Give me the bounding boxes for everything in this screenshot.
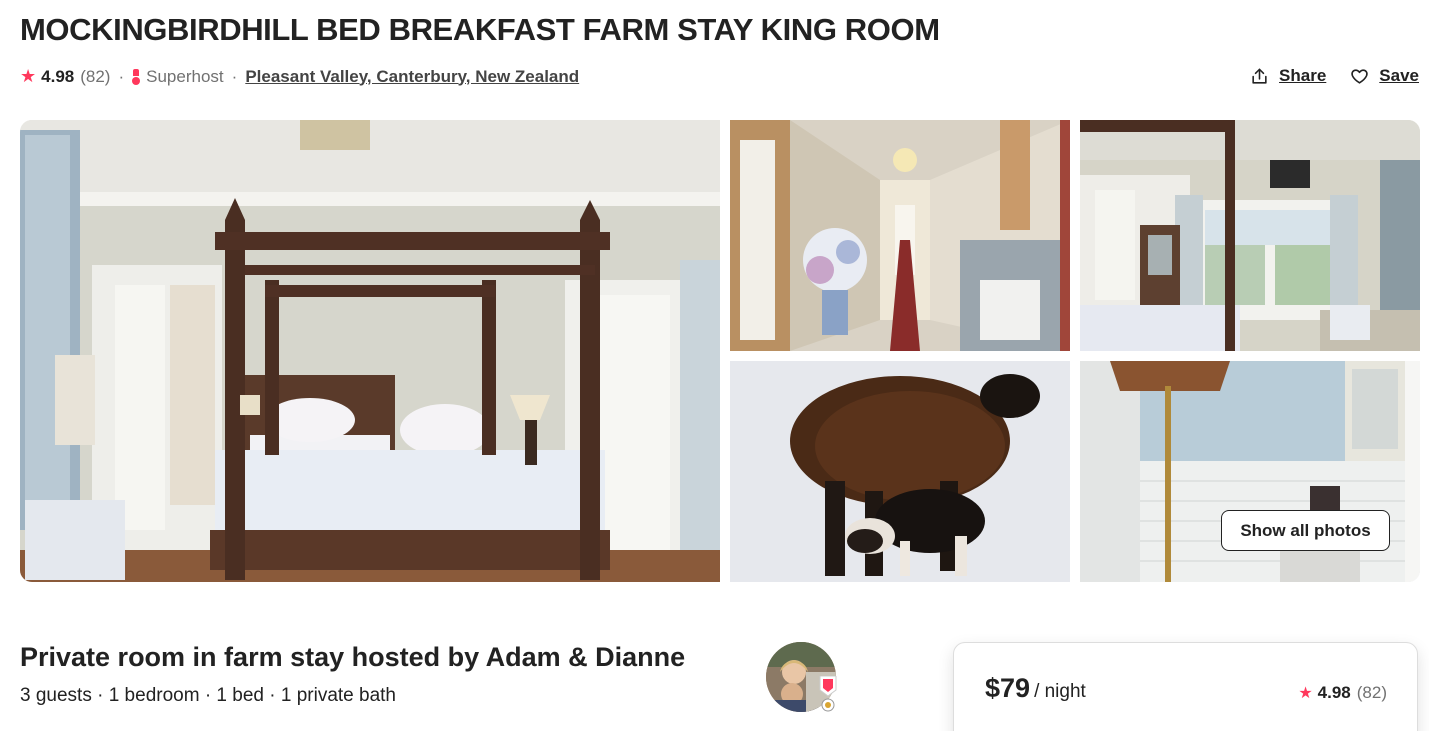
price-per-night: $79/ night (985, 673, 1086, 704)
separator: · (231, 66, 238, 86)
photo-bedroom-french-doors[interactable] (1080, 120, 1420, 351)
reviews-count[interactable]: (82) (80, 67, 110, 87)
superhost-medal-icon (818, 675, 838, 712)
booking-card: $79/ night ★ 4.98 (82) (953, 642, 1418, 731)
host-heading: Private room in farm stay hosted by Adam… (20, 642, 686, 672)
superhost-badge: Superhost (132, 67, 224, 87)
listing-title: MOCKINGBIRDHILL BED BREAKFAST FARM STAY … (20, 12, 940, 47)
separator: · (118, 66, 125, 86)
booking-rating-value: 4.98 (1317, 683, 1351, 702)
show-all-photos-button[interactable]: Show all photos (1221, 510, 1390, 551)
save-button[interactable]: Save (1350, 66, 1419, 86)
listing-meta: ★ 4.98 (82) · Superhost · Pleasant Valle… (20, 66, 579, 87)
share-label: Share (1279, 66, 1327, 85)
price-value: $79 (985, 673, 1031, 703)
share-icon (1252, 68, 1267, 84)
per-night-label: / night (1034, 681, 1086, 702)
listing-details: 3 guests · 1 bedroom · 1 bed · 1 private… (20, 685, 396, 706)
photo-hallway[interactable] (730, 120, 1070, 351)
star-icon: ★ (20, 66, 37, 86)
location-link[interactable]: Pleasant Valley, Canterbury, New Zealand (245, 67, 579, 87)
superhost-label: Superhost (146, 66, 224, 86)
rating-value: 4.98 (41, 66, 75, 86)
photo-four-poster-bedroom[interactable] (20, 120, 720, 582)
booking-reviews-count[interactable]: (82) (1357, 683, 1387, 703)
photo-gallery (20, 120, 1420, 582)
share-button[interactable]: Share (1250, 66, 1326, 86)
booking-rating: ★ 4.98 (82) (1298, 683, 1387, 703)
superhost-medal-icon (132, 69, 141, 85)
star-icon: ★ (1298, 685, 1313, 702)
save-label: Save (1379, 66, 1419, 85)
photo-sheep-in-snow[interactable] (730, 361, 1070, 582)
heart-icon (1351, 68, 1369, 84)
listing-actions: Share Save (1250, 66, 1419, 86)
